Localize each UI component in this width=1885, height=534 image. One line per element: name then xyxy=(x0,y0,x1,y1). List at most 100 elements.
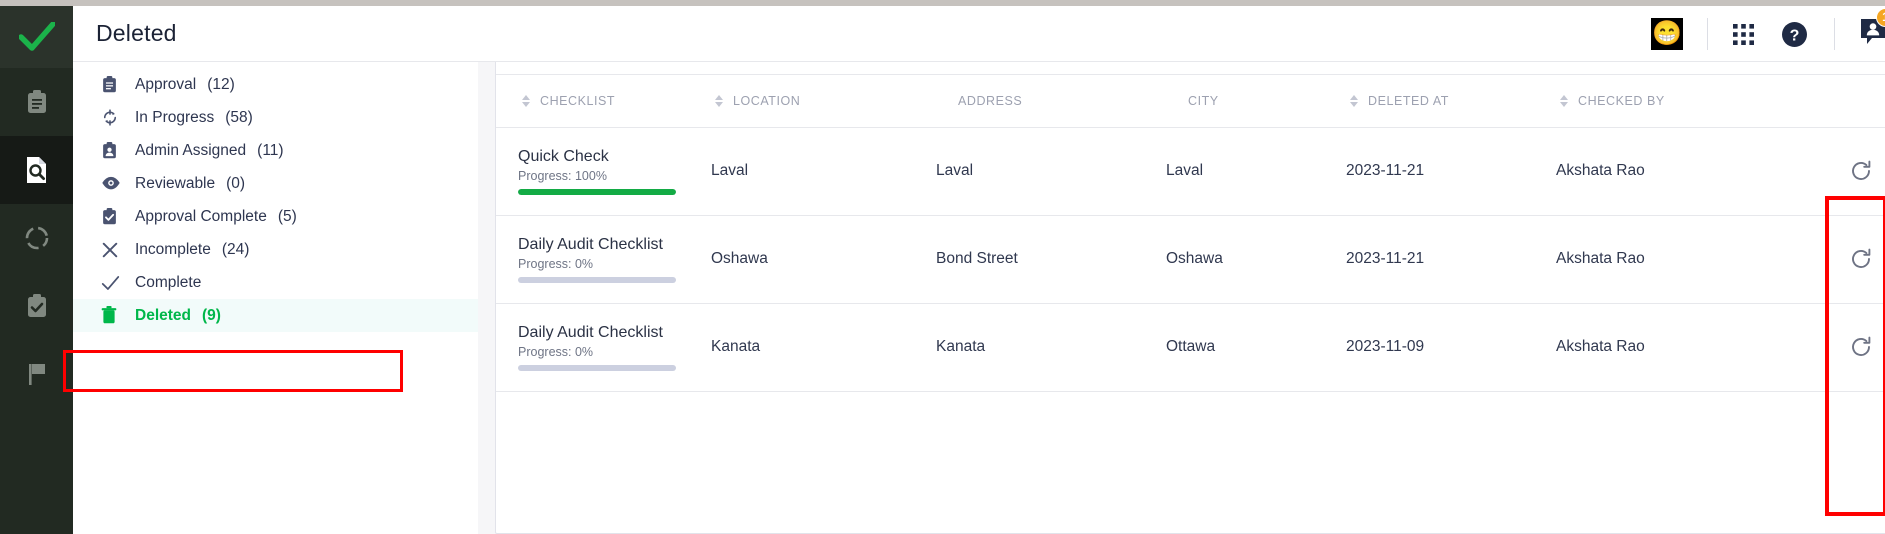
sidebar-item-approval-complete[interactable]: Approval Complete (5) xyxy=(73,200,478,233)
sidebar-item-label: Complete xyxy=(135,273,202,291)
progress-bar-fill xyxy=(518,189,676,196)
sidebar-item-reviewable[interactable]: Reviewable (0) xyxy=(73,167,478,200)
cell-deleted-at: 2023-11-21 xyxy=(1346,127,1556,216)
sort-icon[interactable] xyxy=(1346,94,1362,107)
column-header-checklist[interactable]: CHECKLIST xyxy=(496,75,711,128)
column-header-label: CHECKLIST xyxy=(540,93,616,108)
rail-item-progress-circle[interactable] xyxy=(0,204,73,272)
table-header: CHECKLIST LOCATION ADDRESS CITY DELETED … xyxy=(496,75,1885,128)
header-divider-2 xyxy=(1834,18,1835,50)
id-badge-icon xyxy=(101,141,127,160)
app-root: Deleted Approval (12) In Progress (58) A… xyxy=(0,6,1885,534)
green-checkmark-logo-icon xyxy=(18,22,55,51)
rail-item-clipboard[interactable] xyxy=(0,68,73,136)
annotation-box-deleted xyxy=(63,350,403,392)
sidebar-item-count: (24) xyxy=(221,240,250,258)
cell-location: Laval xyxy=(711,127,936,216)
cell-city: Laval xyxy=(1166,127,1346,216)
sidebar-item-count: (11) xyxy=(257,141,284,159)
rail-item-document-search[interactable] xyxy=(0,136,73,204)
check-icon xyxy=(101,274,127,292)
progress-label: Progress: 100% xyxy=(518,169,607,184)
sidebar-nav-list: Approval (12) In Progress (58) Admin Ass… xyxy=(63,62,478,392)
column-header-city: CITY xyxy=(1166,75,1346,128)
restore-icon[interactable] xyxy=(1844,242,1878,276)
checklist-name: Quick Check xyxy=(518,147,609,165)
sidebar-item-label: Incomplete xyxy=(135,240,211,258)
sidebar-item-count: (9) xyxy=(202,306,221,324)
deleted-list-card: ? CHECKLIST LOC xyxy=(495,20,1885,534)
sidebar-item-in-progress[interactable]: In Progress (58) xyxy=(73,101,478,134)
cell-deleted-at: 2023-11-09 xyxy=(1346,303,1556,392)
sidebar-header: Deleted xyxy=(73,6,478,62)
rail-item-flag[interactable] xyxy=(0,340,73,408)
cell-checklist: Quick Check Progress: 100% xyxy=(496,127,711,216)
restore-icon[interactable] xyxy=(1844,330,1878,364)
progress-bar xyxy=(518,189,676,196)
document-search-icon xyxy=(24,156,49,184)
table-row[interactable]: Quick Check Progress: 100% Laval Laval L… xyxy=(496,127,1885,216)
clipboard-icon xyxy=(101,75,127,94)
progress-bar xyxy=(518,365,676,372)
refresh-cycle-icon xyxy=(101,108,127,127)
table-row[interactable]: Daily Audit Checklist Progress: 0% Oshaw… xyxy=(496,215,1885,304)
sidebar-item-label: In Progress xyxy=(135,108,215,126)
progress-circle-icon xyxy=(24,225,50,251)
cell-checked-by: Akshata Rao xyxy=(1556,303,1796,392)
header-divider xyxy=(1707,18,1708,50)
flag-icon xyxy=(25,361,49,387)
column-header-location[interactable]: LOCATION xyxy=(711,75,936,128)
svg-text:?: ? xyxy=(1790,27,1800,44)
cell-city: Oshawa xyxy=(1166,215,1346,304)
cell-checklist: Daily Audit Checklist Progress: 0% xyxy=(496,215,711,304)
clipboard-check-icon xyxy=(25,293,49,319)
help-icon[interactable]: ? xyxy=(1781,21,1808,48)
sidebar-item-label: Admin Assigned xyxy=(135,141,247,159)
sidebar-item-deleted[interactable]: Deleted (9) xyxy=(73,299,478,332)
sidebar-item-incomplete[interactable]: Incomplete (24) xyxy=(73,233,478,266)
sidebar-item-count: (12) xyxy=(207,75,235,93)
deleted-checklists-table: CHECKLIST LOCATION ADDRESS CITY DELETED … xyxy=(496,75,1885,392)
cell-location: Oshawa xyxy=(711,215,936,304)
sort-icon[interactable] xyxy=(1556,94,1572,107)
sidebar-item-complete[interactable]: Complete xyxy=(73,266,478,299)
profile-menu[interactable]: 1 xyxy=(1859,7,1885,52)
apps-grid-icon[interactable] xyxy=(1732,23,1755,46)
restore-icon[interactable] xyxy=(1844,154,1878,188)
main-content: 😁 ? 1 xyxy=(478,6,1885,534)
table-row[interactable]: Daily Audit Checklist Progress: 0% Kanat… xyxy=(496,303,1885,392)
sidebar-item-count: (58) xyxy=(225,108,253,126)
cell-address: Bond Street xyxy=(936,215,1166,304)
table-body: Quick Check Progress: 100% Laval Laval L… xyxy=(496,127,1885,392)
column-header-deleted-at[interactable]: DELETED AT xyxy=(1346,75,1556,128)
cell-deleted-at: 2023-11-21 xyxy=(1346,215,1556,304)
column-header-checked-by[interactable]: CHECKED BY xyxy=(1556,75,1796,128)
sidebar-item-label: Approval Complete xyxy=(135,207,267,225)
progress-bar xyxy=(518,277,676,284)
column-header-actions xyxy=(1796,75,1885,128)
rail-item-clipboard-check[interactable] xyxy=(0,272,73,340)
trash-icon xyxy=(101,306,127,325)
cell-city: Ottawa xyxy=(1166,303,1346,392)
column-header-label: CHECKED BY xyxy=(1578,93,1665,108)
column-header-label: CITY xyxy=(1188,93,1219,108)
cell-actions xyxy=(1796,127,1885,216)
app-logo[interactable] xyxy=(0,6,73,68)
page-title: Deleted xyxy=(96,20,177,46)
cell-actions xyxy=(1796,303,1885,392)
cell-checklist: Daily Audit Checklist Progress: 0% xyxy=(496,303,711,392)
sidebar-item-admin-assigned[interactable]: Admin Assigned (11) xyxy=(73,134,478,167)
sort-icon[interactable] xyxy=(518,94,534,107)
cell-checked-by: Akshata Rao xyxy=(1556,127,1796,216)
sidebar-item-label: Deleted xyxy=(135,306,191,324)
cell-address: Laval xyxy=(936,127,1166,216)
sidebar-item-count: (5) xyxy=(277,207,297,225)
emoji-avatar[interactable]: 😁 xyxy=(1651,18,1683,50)
status-sidebar: Deleted Approval (12) In Progress (58) A… xyxy=(63,6,478,534)
column-header-label: DELETED AT xyxy=(1368,93,1449,108)
sidebar-item-approval[interactable]: Approval (12) xyxy=(73,68,478,101)
sort-icon[interactable] xyxy=(711,94,727,107)
top-header-actions: 😁 ? 1 xyxy=(1651,6,1885,62)
notification-badge: 1 xyxy=(1876,7,1885,27)
x-icon xyxy=(101,241,127,259)
